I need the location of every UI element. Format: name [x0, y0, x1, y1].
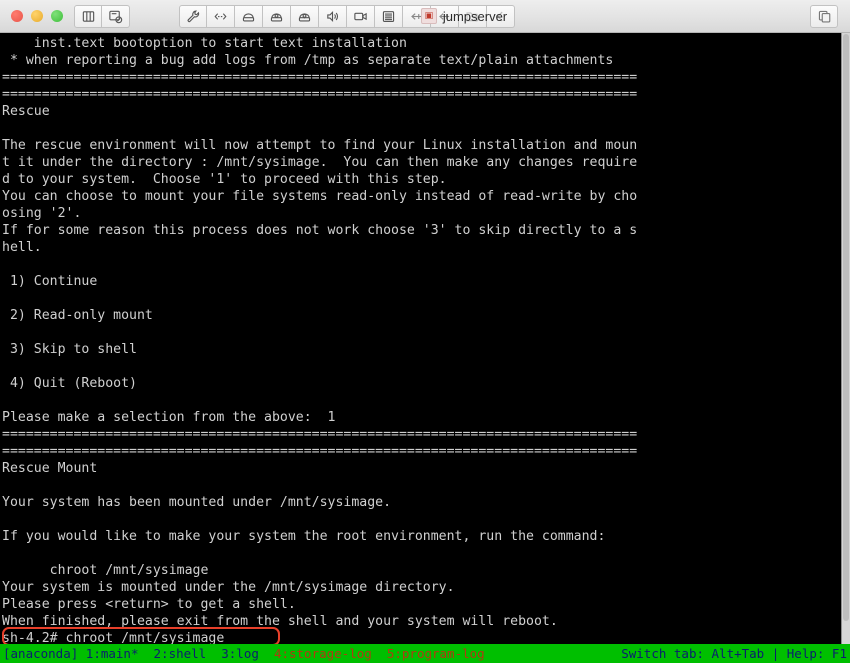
screenshot-icon[interactable] [102, 4, 130, 28]
terminal-line: The rescue environment will now attempt … [2, 138, 638, 153]
terminal-line: 2) Read-only mount [2, 308, 153, 323]
speaker-icon[interactable] [319, 4, 347, 28]
tab-list: 1:main* 2:shell 3:log 4:storage-log 5:pr… [78, 644, 492, 663]
status-tab-5[interactable]: 5:program-log [379, 646, 492, 661]
terminal-line: * when reporting a bug add logs from /tm… [2, 53, 614, 68]
wrench-icon[interactable] [179, 4, 207, 28]
terminal-line: Please press <return> to get a shell. [2, 597, 296, 612]
terminal-line: 3) Skip to shell [2, 342, 137, 357]
status-tab-1[interactable]: 1:main* [78, 646, 146, 661]
terminal-line: osing '2'. [2, 206, 82, 221]
terminal-window: ▣ jumpserver inst.text bootoption to sta… [0, 0, 850, 663]
server-icon[interactable] [235, 4, 263, 28]
terminal-line: d to your system. Choose '1' to proceed … [2, 172, 447, 187]
terminal-line: If for some reason this process does not… [2, 223, 638, 238]
terminal-line: 4) Quit (Reboot) [2, 376, 137, 391]
code-brackets-icon[interactable] [207, 4, 235, 28]
terminal-line: When finished, please exit from the shel… [2, 614, 558, 629]
terminal-screen[interactable]: inst.text bootoption to start text insta… [0, 33, 841, 644]
terminal-line: Rescue [2, 104, 50, 119]
terminal-line: t it under the directory : /mnt/sysimage… [2, 155, 638, 170]
video-camera-icon[interactable] [347, 4, 375, 28]
duplicate-window-icon[interactable] [810, 4, 838, 28]
terminal-line: Your system is mounted under the /mnt/sy… [2, 580, 455, 595]
terminal-line: chroot /mnt/sysimage [2, 563, 209, 578]
terminal-line: If you would like to make your system th… [2, 529, 606, 544]
terminal-line: ========================================… [2, 87, 638, 102]
stack-icon[interactable] [375, 4, 403, 28]
window-titlebar: ▣ jumpserver [0, 0, 850, 33]
maximize-window-button[interactable] [51, 10, 63, 22]
terminal-line: ========================================… [2, 444, 638, 459]
terminal-area[interactable]: inst.text bootoption to start text insta… [0, 33, 850, 663]
toolbar-right-group [810, 4, 850, 28]
terminal-line: Rescue Mount [2, 461, 98, 476]
split-pane-icon[interactable] [74, 4, 102, 28]
lock-server-icon[interactable] [263, 4, 291, 28]
window-controls [0, 10, 71, 22]
status-program-label: [anaconda] [3, 646, 79, 661]
terminal-scrollbar[interactable] [841, 33, 850, 644]
transfer-left-2-icon[interactable] [431, 4, 459, 28]
terminal-line: 1) Continue [2, 274, 98, 289]
terminal-scrollbar-thumb[interactable] [843, 34, 849, 621]
terminal-line: hell. [2, 240, 42, 255]
terminal-line: inst.text bootoption to start text insta… [2, 36, 407, 51]
terminal-line: Please make a selection from the above: … [2, 410, 336, 425]
status-tab-4[interactable]: 4:storage-log [266, 646, 379, 661]
folder-sync-icon[interactable] [459, 4, 487, 28]
status-tab-2[interactable]: 2:shell [146, 646, 214, 661]
terminal-line: Your system has been mounted under /mnt/… [2, 495, 392, 510]
terminal-line: You can choose to mount your file system… [2, 189, 638, 204]
status-tab-3[interactable]: 3:log [214, 646, 267, 661]
toolbar-main-group [179, 4, 515, 28]
terminal-line: sh-4.2# chroot /mnt/sysimage [2, 631, 225, 644]
status-bar-tabs: [anaconda] 1:main* 2:shell 3:log 4:stora… [0, 644, 492, 663]
minimize-window-button[interactable] [31, 10, 43, 22]
transfer-left-icon[interactable] [403, 4, 431, 28]
close-window-button[interactable] [11, 10, 23, 22]
toolbar-left-group [74, 4, 130, 28]
terminal-line: ========================================… [2, 70, 638, 85]
chevron-left-icon[interactable] [487, 4, 515, 28]
key-server-icon[interactable] [291, 4, 319, 28]
status-bar: [anaconda] 1:main* 2:shell 3:log 4:stora… [0, 644, 850, 663]
status-bar-hints: Switch tab: Alt+Tab | Help: F1 [621, 646, 847, 661]
terminal-line: ========================================… [2, 427, 638, 442]
